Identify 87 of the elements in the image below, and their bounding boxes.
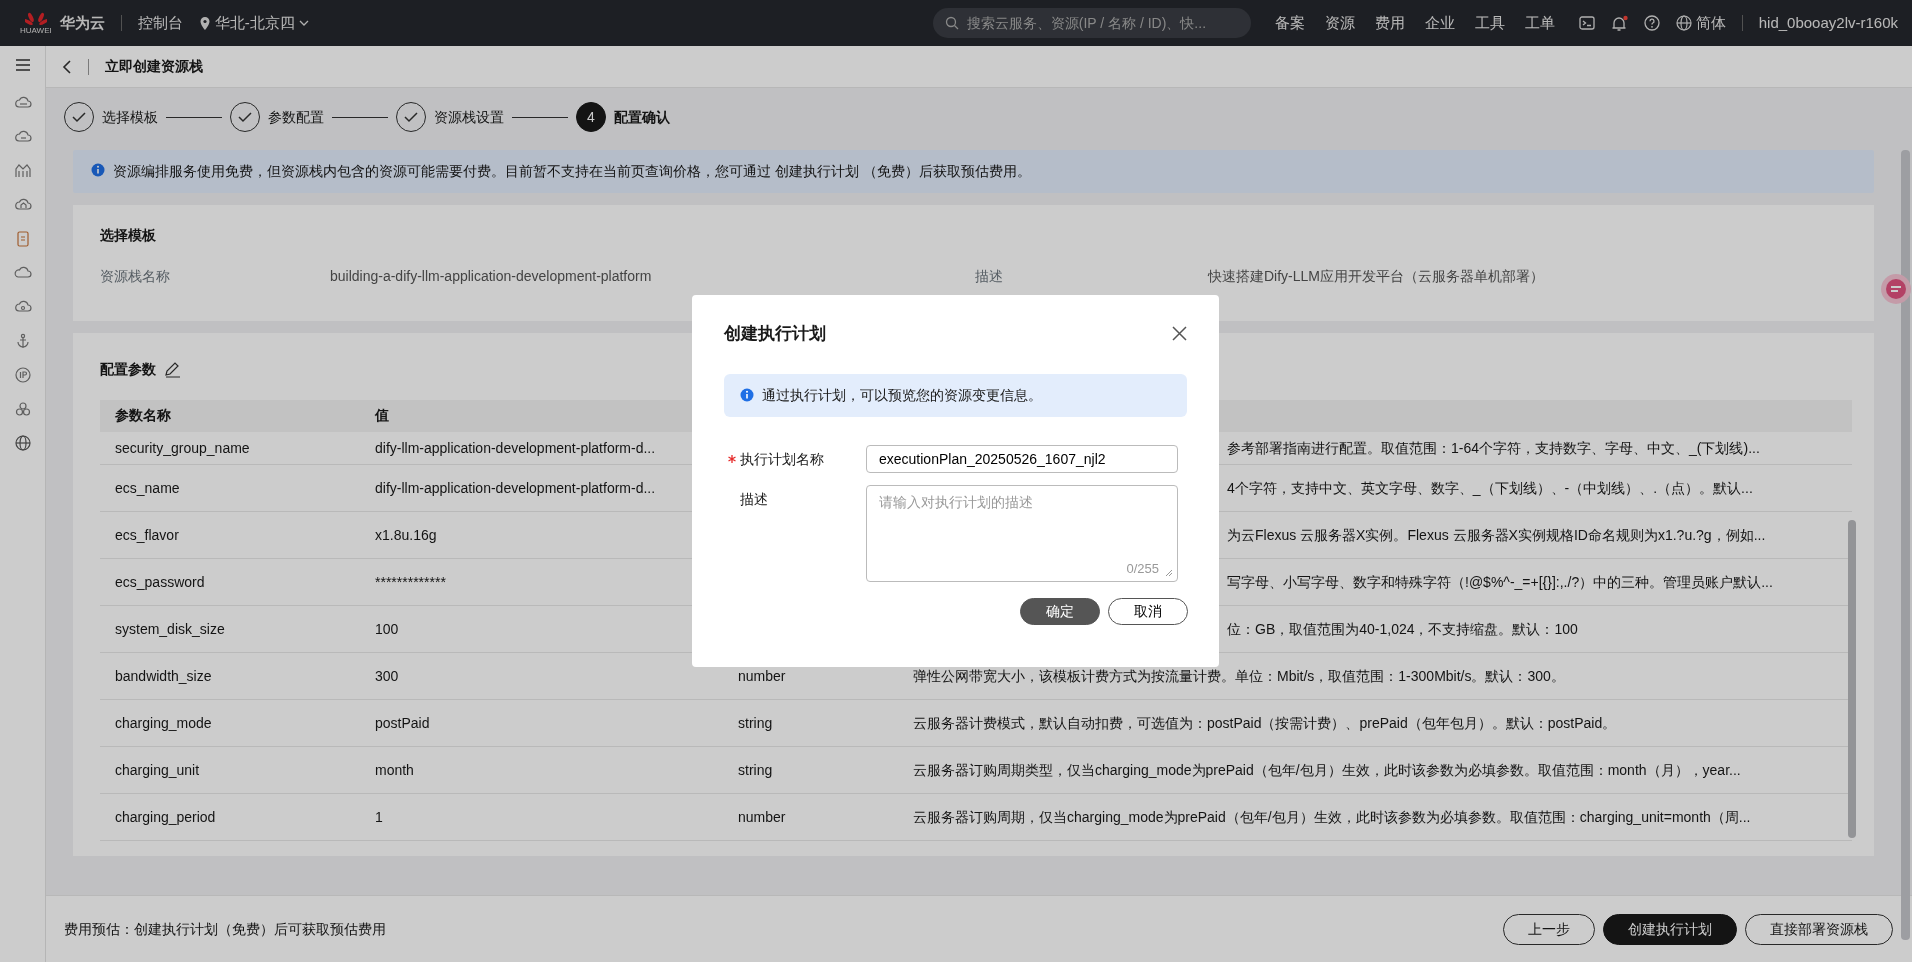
location-icon — [198, 15, 211, 31]
dialog-button[interactable]: 确定 — [1020, 597, 1100, 625]
info-icon — [91, 163, 105, 177]
name-input[interactable]: executionPlan_20250526_1607_njl2 — [866, 444, 1178, 473]
logo-text[interactable]: 华为云 — [59, 11, 105, 35]
column-header: 参数名称 — [100, 399, 360, 432]
bridge-icon[interactable] — [13, 162, 32, 180]
footer-button[interactable]: 创建执行计划 — [1603, 913, 1737, 945]
field-label: 描述 — [740, 489, 768, 509]
step-label: 参数配置 — [268, 107, 324, 127]
caret-icon[interactable] — [298, 19, 309, 27]
footer-button[interactable]: 直接部署资源栈 — [1745, 913, 1893, 945]
terminal-icon[interactable] — [1578, 15, 1595, 31]
notice-text: 通过执行计划，可以预览您的资源变更信息。 — [762, 385, 1042, 405]
field-value: building-a-dify-llm-application-development-platform — [330, 266, 653, 286]
search-placeholder: 搜索云服务、资源(IP / 名称 / ID)、快... — [966, 13, 1207, 33]
table-cell: security_group_name — [100, 431, 360, 465]
menu-icon[interactable] — [13, 56, 32, 74]
cluster-icon[interactable] — [13, 400, 32, 418]
table-cell: 为云Flexus 云服务器X实例。Flexus 云服务器X实例规格ID命名规则为x1.?u.?g，例如... — [1227, 526, 1766, 543]
step-label: 选择模板 — [102, 107, 158, 127]
table-cell: 1 — [360, 793, 723, 841]
user-name[interactable]: hid_0booay2lv-r160k — [1758, 11, 1898, 35]
step-label: 资源栈设置 — [434, 107, 504, 127]
close-icon[interactable] — [1172, 326, 1187, 342]
table-cell: 弹性公网带宽大小，该模板计费方式为按流量计费。单位：Mbit/s，取值范围：1-300Mbit/s。默认：300。 — [913, 667, 1565, 684]
nav-link[interactable]: 备案 — [1274, 11, 1305, 35]
table-cell: charging_period — [100, 793, 360, 841]
nav-link[interactable]: 企业 — [1424, 11, 1455, 35]
table-cell: ecs_flavor — [100, 511, 360, 559]
language-selector[interactable]: 简体 — [1695, 11, 1726, 35]
required-icon — [728, 455, 736, 463]
table-cell: postPaid — [360, 699, 723, 747]
table-cell: charging_mode — [100, 699, 360, 747]
table-cell: number — [723, 793, 898, 841]
dialog-button[interactable]: 取消 — [1108, 597, 1188, 625]
region-selector[interactable]: 华北-北京四 — [214, 11, 295, 35]
info-icon — [740, 388, 754, 402]
edit-icon[interactable] — [164, 360, 181, 378]
table-cell: 云服务器订购周期，仅当charging_mode为prePaid（包年/包月）生效，此时该参数为必填参数。取值范围：charging_unit=month（周... — [913, 808, 1751, 825]
search-field[interactable]: 搜索云服务、资源(IP / 名称 / ID)、快... — [932, 8, 1251, 38]
scrollbar[interactable] — [1901, 150, 1910, 940]
scrollbar[interactable] — [1848, 519, 1856, 838]
field-value: 快速搭建Dify-LLM应用开发平台（云服务器单机部署） — [1208, 266, 1544, 286]
footer-button[interactable]: 上一步 — [1503, 913, 1595, 945]
nav-link[interactable]: 工具 — [1474, 11, 1505, 35]
notice-text: 资源编排服务使用免费，但资源栈内包含的资源可能需要付费。目前暂不支持在当前页查询价格，您可通过 创建执行计划 （免费）后获取预估费用。 — [113, 162, 1031, 181]
assistant-icon[interactable] — [1878, 272, 1912, 306]
console-link[interactable]: 控制台 — [137, 11, 183, 35]
nav-link[interactable]: 费用 — [1374, 11, 1405, 35]
table-cell: 参考部署指南进行配置。取值范围：1-64个字符，支持数字、字母、中文、_(下划线)... — [1227, 439, 1760, 456]
card-title: 配置参数 — [100, 360, 156, 378]
ip-icon[interactable] — [13, 366, 32, 384]
table-cell: month — [360, 746, 723, 794]
globe-icon[interactable] — [13, 434, 32, 452]
resize-handle-icon[interactable] — [1165, 568, 1173, 577]
card-title: 选择模板 — [100, 227, 157, 244]
help-icon[interactable] — [1643, 15, 1660, 31]
logo-icon[interactable] — [24, 11, 47, 26]
table-cell: ecs_name — [100, 464, 360, 512]
field-label: 资源栈名称 — [100, 266, 171, 286]
table-cell: charging_unit — [100, 746, 360, 794]
table-cell: 写字母、小写字母、数字和特殊字符（!@$%^-_=+[{}]:,./?）中的三种。管理员账户默认... — [1227, 573, 1773, 590]
logo-caption: HUAWEI — [20, 26, 52, 35]
table-cell: ecs_password — [100, 558, 360, 606]
back-icon[interactable] — [62, 59, 72, 74]
field-label: 执行计划名称 — [740, 449, 824, 469]
table-cell: 4个字符，支持中文、英文字母、数字、_（下划线）、-（中划线）、.（点）。默认... — [1227, 479, 1753, 496]
search-icon — [944, 16, 959, 30]
table-cell: string — [723, 699, 898, 747]
page-title: 立即创建资源栈 — [105, 57, 203, 76]
field-label: 描述 — [975, 266, 1004, 286]
nav-link[interactable]: 工单 — [1524, 11, 1555, 35]
step-label: 配置确认 — [614, 107, 670, 127]
table-cell: string — [723, 746, 898, 794]
table-cell: system_disk_size — [100, 605, 360, 653]
char-counter: 0/255 — [1126, 560, 1159, 578]
bell-icon[interactable] — [1610, 14, 1628, 32]
table-cell: 位：GB，取值范围为40-1,024，不支持缩盘。默认：100 — [1227, 620, 1578, 637]
nav-link[interactable]: 资源 — [1324, 11, 1355, 35]
dialog-title: 创建执行计划 — [724, 323, 826, 345]
table-cell: 云服务器计费模式，默认自动扣费，可选值为：postPaid（按需计费）、prePaid（包年包月）。默认：postPaid。 — [913, 714, 1617, 731]
table-cell: 云服务器订购周期类型，仅当charging_mode为prePaid（包年/包月）生效，此时该参数为必填参数。取值范围：month（月），year... — [913, 761, 1741, 778]
step-number: 4 — [576, 102, 606, 132]
placeholder-text: 请输入对执行计划的描述 — [879, 493, 1033, 510]
table-cell: bandwidth_size — [100, 652, 360, 700]
cost-estimate: 费用预估：创建执行计划（免费）后可获取预估费用 — [64, 919, 386, 939]
